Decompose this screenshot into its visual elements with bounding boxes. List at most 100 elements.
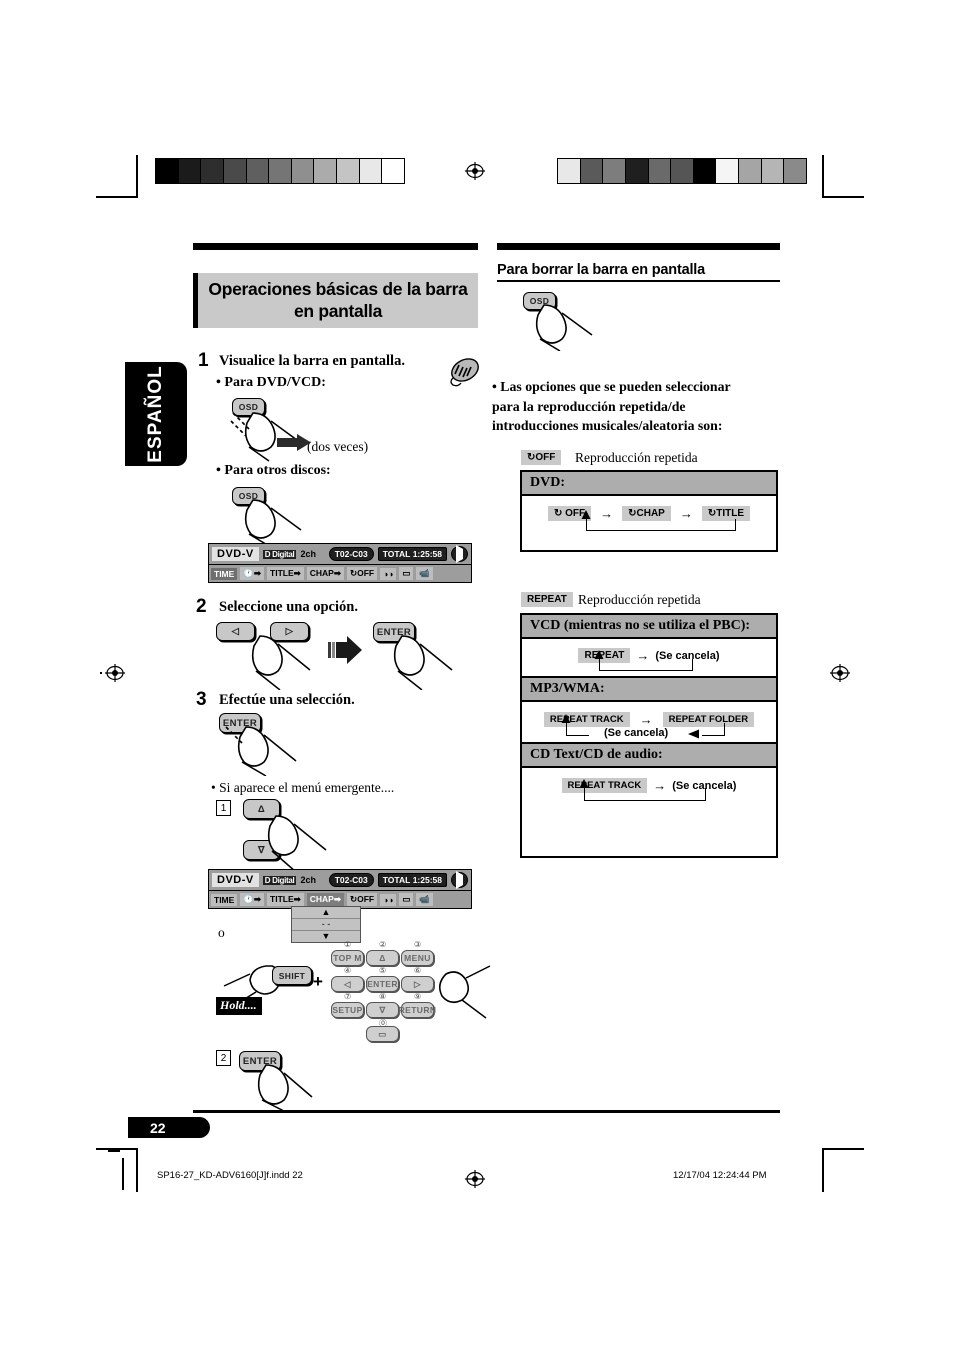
menu-key[interactable]: MENU: [401, 950, 434, 966]
keypad-zero-key[interactable]: ▭: [366, 1026, 399, 1042]
footer-timestamp: 12/17/04 12:24:44 PM: [673, 1170, 767, 1181]
crop-mark-br-h: [822, 1148, 864, 1150]
hold-label: Hold....: [216, 997, 262, 1015]
osd-2-title-chip[interactable]: TITLE➡: [267, 893, 304, 906]
dvd-loop-connector: [586, 519, 736, 531]
osd-2-channels: 2ch: [300, 875, 316, 885]
osd-play-icon: [451, 545, 468, 563]
keypad-num-8: ⑧: [379, 992, 387, 1001]
osd-bar-row-top: DVD-V D Digital 2ch T02-C03 TOTAL 1:25:5…: [209, 544, 471, 564]
substep-1-number: 1: [216, 800, 231, 816]
vcd-option-body: REPEAT → (Se cancela): [522, 639, 776, 676]
audio-icon[interactable]: ◑◑: [380, 567, 397, 580]
keypad-left-key[interactable]: ◁: [331, 976, 364, 992]
repeat-off-icon[interactable]: ↻OFF: [346, 567, 378, 580]
footer-rule: [193, 1110, 780, 1113]
registration-mark-top: [465, 162, 485, 180]
crop-mark-tr-v: [822, 155, 824, 197]
shift-key[interactable]: SHIFT: [272, 966, 312, 985]
footer-filename: SP16-27_KD-ADV6160[J]f.indd 22: [157, 1170, 303, 1181]
keypad-down-key[interactable]: ∇: [366, 1002, 399, 1018]
step-3-text: Efectúe una selección.: [219, 692, 355, 708]
keypad-num-4: ④: [344, 966, 352, 975]
osd-2-chap-chip[interactable]: CHAP➡: [306, 893, 344, 906]
step-2-number: 2: [196, 596, 207, 617]
osd-time-chip[interactable]: TIME: [211, 567, 238, 580]
repeat-tag: REPEAT: [521, 592, 573, 607]
finger-press-enter-3: [257, 1064, 313, 1111]
step-1-sub-b: • Para otros discos:: [216, 463, 331, 478]
vcd-loop-connector: [599, 659, 693, 671]
cd-loop-arrowhead: [579, 779, 589, 788]
footer-tick-left: [108, 1150, 120, 1152]
footer-frame-right: [822, 1158, 824, 1190]
clock-icon-2[interactable]: 🕐➡: [240, 893, 265, 906]
keypad-enter-key[interactable]: ENTER: [366, 976, 399, 992]
finger-press-keypad: [438, 965, 491, 1019]
osd-title-chip[interactable]: TITLE➡: [267, 567, 304, 580]
page-canvas: ESPAÑOL Operaciones básicas de la barra …: [0, 0, 954, 1351]
angle-icon-2[interactable]: 📹: [416, 893, 434, 906]
osd-2-play-icon: [451, 871, 468, 889]
arrow-right-icon-1: [277, 434, 311, 451]
dvd-option-header: DVD:: [522, 472, 776, 496]
mp3-loop-arrowhead-left: [688, 729, 699, 739]
keypad-num-2: ②: [379, 940, 387, 949]
crop-mark-tr-h: [822, 196, 864, 198]
language-tab: ESPAÑOL: [125, 362, 187, 466]
keypad-num-1: ①: [344, 940, 352, 949]
popup-value: - -: [292, 919, 360, 931]
dvd-option-body: ↻ OFF → ↻CHAP → ↻TITLE: [522, 496, 776, 533]
grayscale-strip-right: [557, 158, 807, 184]
repeat-option-box: VCD (mientras no se utiliza el PBC): REP…: [520, 613, 778, 858]
dvd-option-box: DVD: ↻ OFF → ↻CHAP → ↻TITLE: [520, 470, 778, 552]
mp3-flow-arrow: →: [639, 712, 653, 727]
osd-bar-2-row-top: DVD-V D Digital 2ch T02-C03 TOTAL 1:25:5…: [209, 870, 471, 890]
footer-frame-left2: [136, 1158, 138, 1190]
popup-menu[interactable]: ▲ - - ▼: [291, 906, 361, 943]
or-text: o: [218, 925, 225, 940]
arrow-right-icon-2: [328, 636, 362, 664]
mp3-loop-connector-right: [702, 723, 725, 736]
cd-loop-connector: [584, 788, 706, 801]
registration-mark-left: [105, 664, 125, 682]
step-1-note: (dos veces): [307, 439, 369, 454]
osd-disc-type: DVD-V: [212, 547, 259, 561]
vcd-loop-arrowhead: [594, 650, 604, 659]
setup-key[interactable]: SETUP: [331, 1002, 364, 1018]
right-bullet-text: • Las opciones que se pueden seleccionar…: [492, 379, 731, 434]
plus-sign: +: [313, 972, 323, 991]
header-rule-left: [193, 243, 478, 250]
osd-status-bar-1: DVD-V D Digital 2ch T02-C03 TOTAL 1:25:5…: [208, 543, 472, 583]
finger-press-arrow-keys: [251, 635, 311, 690]
keypad-right-key[interactable]: ▷: [401, 976, 434, 992]
footer-frame-left: [122, 1158, 124, 1190]
dolby-digital-icon-2: D Digital: [262, 875, 297, 885]
keypad-up-key[interactable]: Δ: [366, 950, 399, 966]
osd-chap-chip[interactable]: CHAP➡: [306, 567, 344, 580]
mp3-loop-arrowhead-up: [561, 714, 571, 723]
top-menu-key[interactable]: TOP M: [331, 950, 364, 966]
mp3wma-option-body: REPEAT TRACK → REPEAT FOLDER (Se cancela…: [522, 702, 776, 742]
osd-2-time-chip[interactable]: TIME: [211, 893, 238, 906]
popup-up-arrow-icon[interactable]: ▲: [292, 907, 360, 919]
step-1-number: 1: [198, 350, 209, 371]
osd-channels: 2ch: [300, 549, 316, 559]
angle-icon[interactable]: 📹: [416, 567, 434, 580]
subtitle-icon-2[interactable]: ▭: [399, 893, 414, 906]
clock-icon[interactable]: 🕐➡: [240, 567, 265, 580]
keypad-num-3: ③: [414, 940, 422, 949]
crop-mark-tl-v: [136, 155, 138, 197]
subtitle-icon[interactable]: ▭: [399, 567, 414, 580]
osd-bar-row-bottom: TIME 🕐➡ TITLE➡ CHAP➡ ↻OFF ◑◑ ▭ 📹: [209, 564, 471, 582]
registration-mark-bottom: [465, 1170, 485, 1188]
repeat-off-icon-2[interactable]: ↻OFF: [346, 893, 378, 906]
substep-2-number: 2: [216, 1050, 231, 1066]
keypad-num-6: ⑥: [414, 966, 422, 975]
return-key[interactable]: RETURN: [399, 1002, 436, 1018]
section-title-box: Operaciones básicas de la barra en panta…: [193, 273, 478, 328]
osd-2-time: TOTAL 1:25:58: [377, 873, 447, 887]
step-3-number: 3: [196, 689, 207, 710]
audio-icon-2[interactable]: ◑◑: [380, 893, 397, 906]
osd-2-disc-type: DVD-V: [212, 873, 259, 887]
